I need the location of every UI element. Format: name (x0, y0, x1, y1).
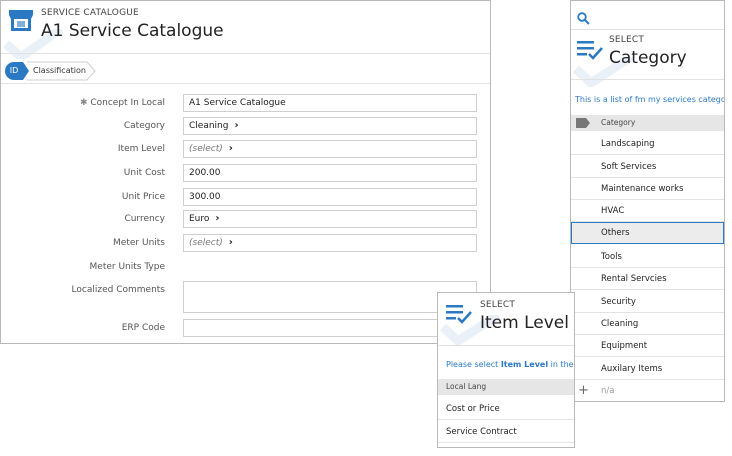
list-item[interactable]: Cost or Price (438, 398, 574, 420)
store-icon (9, 10, 33, 31)
local-lang-column-header[interactable]: Local Lang (438, 379, 574, 395)
select-item-level-panel: SELECT Item Level Please select Item Lev… (437, 292, 575, 448)
label-category: Category (123, 121, 165, 131)
breadcrumb: ID Classification (1, 61, 490, 81)
chevron-right-icon: › (234, 120, 239, 131)
service-catalogue-panel: SERVICE CATALOGUE A1 Service Catalogue I… (0, 0, 491, 344)
row-localized-comments: Localized Comments (1, 280, 490, 314)
unit-cost-input[interactable]: 200.00 (183, 164, 477, 182)
list-item[interactable]: Maintenance works (571, 178, 724, 200)
label-currency: Currency (124, 214, 165, 224)
category-info-text: This is a list of fm my services catego (575, 95, 725, 104)
list-item[interactable]: Tools (571, 246, 724, 268)
list-item[interactable]: Landscaping (571, 133, 724, 155)
concept-in-local-input[interactable]: A1 Service Catalogue (183, 94, 477, 112)
item-level-title: Item Level (480, 313, 569, 333)
category-column-header[interactable]: Category (571, 115, 724, 131)
list-item[interactable]: Security (571, 291, 724, 313)
item-level-info-text: Please select Item Level in the l (446, 360, 574, 369)
required-icon: ✱ (79, 98, 91, 108)
tag-icon (576, 118, 590, 128)
item-level-eyebrow: SELECT (480, 300, 516, 310)
row-concept-in-local: ✱ Concept In Local A1 Service Catalogue (1, 93, 490, 113)
row-erp-code: ERP Code (1, 318, 490, 338)
item-level-select[interactable]: (select) › (183, 140, 477, 158)
page-title: A1 Service Catalogue (41, 21, 224, 41)
category-select[interactable]: Cleaning › (183, 117, 477, 135)
row-unit-price: Unit Price 300.00 (1, 187, 490, 207)
header-divider (1, 53, 490, 54)
list-item[interactable]: Soft Services (571, 156, 724, 178)
label-erp-code: ERP Code (121, 323, 165, 333)
list-item[interactable]: Rental Servcies (571, 268, 724, 290)
list-item-selected[interactable]: Others (571, 222, 724, 244)
category-eyebrow: SELECT (609, 35, 645, 45)
row-category: Category Cleaning › (1, 116, 490, 136)
localized-comments-textarea[interactable] (183, 281, 477, 313)
title-divider (438, 345, 574, 346)
row-currency: Currency Euro › (1, 209, 490, 229)
title-divider (571, 79, 724, 80)
search-divider (571, 29, 724, 30)
chevron-right-icon: › (215, 213, 220, 224)
erp-code-input[interactable] (183, 319, 477, 337)
row-meter-units-type: Meter Units Type (1, 257, 490, 277)
select-category-panel: SELECT Category This is a list of fm my … (570, 0, 725, 402)
row-unit-cost: Unit Cost 200.00 (1, 163, 490, 183)
label-concept-in-local: ✱ Concept In Local (79, 98, 165, 108)
breadcrumb-divider (1, 83, 490, 84)
meter-units-select[interactable]: (select) › (183, 234, 477, 252)
label-unit-cost: Unit Cost (123, 168, 165, 178)
list-item[interactable]: Auxilary Items (571, 358, 724, 380)
list-item[interactable]: Service Contract (438, 421, 574, 443)
category-title: Category (609, 48, 687, 68)
unit-price-input[interactable]: 300.00 (183, 188, 477, 206)
list-check-icon (577, 41, 603, 60)
label-meter-units-type: Meter Units Type (89, 262, 165, 272)
label-unit-price: Unit Price (121, 192, 165, 202)
row-meter-units: Meter Units (select) › (1, 233, 490, 253)
plus-icon[interactable]: + (578, 380, 589, 401)
label-item-level: Item Level (117, 144, 165, 154)
list-item[interactable]: Equipment (571, 335, 724, 357)
chevron-right-icon: › (228, 237, 233, 248)
search-icon[interactable] (577, 12, 590, 25)
add-item-row[interactable]: + n/a (571, 380, 724, 401)
crumb-outline-icon (27, 61, 96, 81)
list-item[interactable]: HVAC (571, 200, 724, 222)
label-meter-units: Meter Units (113, 238, 165, 248)
list-item[interactable]: Cleaning (571, 313, 724, 335)
chevron-right-icon: › (228, 143, 233, 154)
row-item-level: Item Level (select) › (1, 139, 490, 159)
list-check-icon (446, 305, 472, 324)
tab-id[interactable]: ID (5, 62, 23, 80)
currency-select[interactable]: Euro › (183, 210, 477, 228)
page-eyebrow: SERVICE CATALOGUE (41, 8, 139, 18)
label-localized-comments: Localized Comments (71, 285, 165, 295)
